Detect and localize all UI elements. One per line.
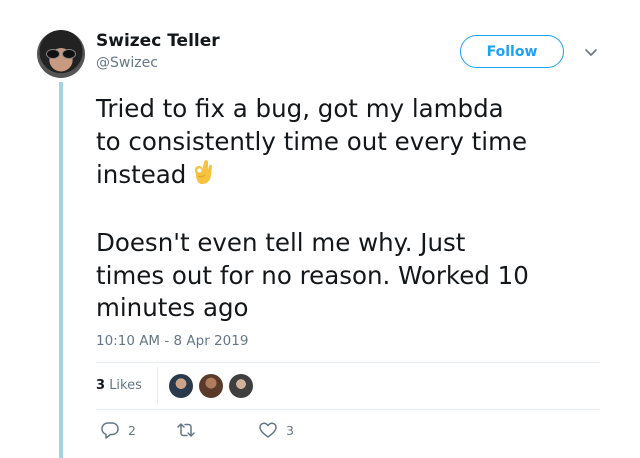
reply-icon [101, 422, 119, 439]
author-handle[interactable]: @Swizec [96, 55, 158, 71]
reply-count: 2 [128, 422, 136, 438]
reply-button[interactable]: 2 [100, 420, 136, 440]
divider [96, 409, 600, 410]
tweet-line: Doesn't even tell me why. Just [96, 228, 466, 257]
tweet-text: Tried to fix a bug, got my lambda to con… [96, 93, 616, 325]
follow-button[interactable]: Follow [460, 35, 564, 68]
like-button[interactable]: 3 [258, 420, 294, 440]
likes-count[interactable]: 3 Likes [96, 378, 142, 393]
liker-avatar[interactable] [169, 374, 193, 398]
retweet-icon [177, 423, 195, 437]
like-count: 3 [286, 422, 294, 438]
likes-label: Likes [109, 378, 142, 393]
likes-number: 3 [96, 378, 106, 393]
tweet-line: times out for no reason. Worked 10 [96, 260, 529, 290]
tweet-line: minutes ago [96, 293, 249, 322]
avatar[interactable] [37, 30, 85, 78]
liker-avatar[interactable] [229, 374, 253, 398]
tweet-actions: 2 3 [96, 420, 496, 444]
tweet-line: instead [96, 160, 187, 189]
tweet-line: Tried to fix a bug, got my lambda [96, 94, 504, 123]
liker-avatar[interactable] [199, 374, 223, 398]
likes-row: 3 Likes [96, 363, 600, 409]
thread-line [59, 82, 63, 458]
author-name[interactable]: Swizec Teller [96, 31, 220, 51]
ok-hand-icon [190, 158, 216, 195]
avatar-glasses [46, 49, 76, 59]
tweet-line: to consistently time out every time [96, 126, 528, 156]
divider [157, 367, 158, 405]
heart-icon [259, 422, 277, 438]
chevron-down-icon[interactable] [584, 45, 598, 59]
timestamp[interactable]: 10:10 AM - 8 Apr 2019 [96, 333, 248, 349]
retweet-button[interactable] [176, 420, 196, 440]
